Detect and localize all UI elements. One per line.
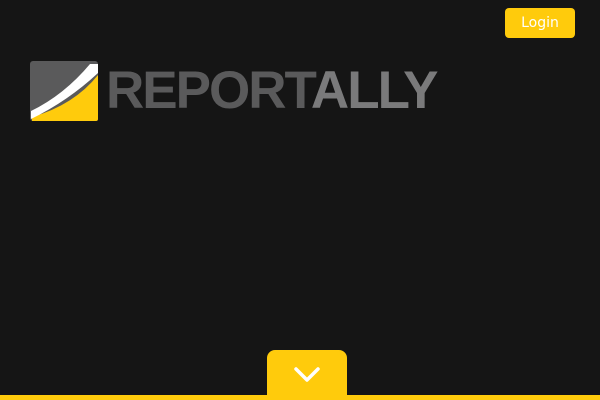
logo-text-ally: ALLY bbox=[310, 61, 439, 120]
landing-page: Login REPORTALLY bbox=[0, 0, 600, 400]
scroll-down-button[interactable] bbox=[267, 350, 347, 400]
reportally-logo[interactable]: REPORTALLY bbox=[30, 61, 439, 121]
logo-text-report: REPORT bbox=[106, 61, 313, 120]
login-button[interactable]: Login bbox=[505, 8, 575, 38]
chevron-down-icon bbox=[294, 367, 320, 382]
reportally-logo-mark-icon bbox=[30, 61, 98, 121]
logo-wordmark: REPORTALLY bbox=[106, 61, 439, 121]
